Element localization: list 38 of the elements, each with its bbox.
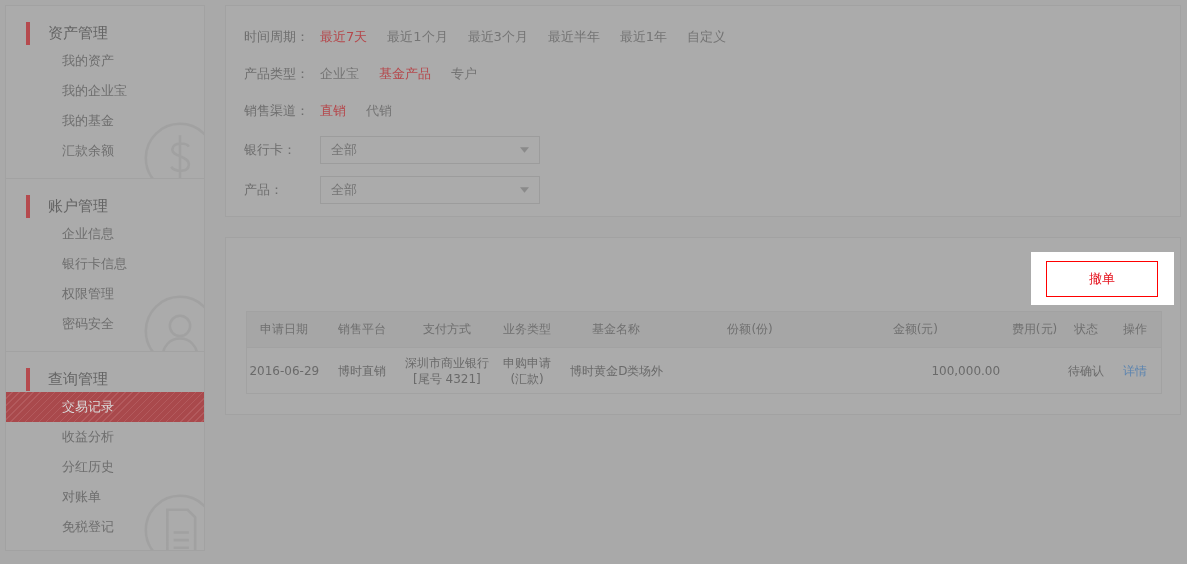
section-marker bbox=[26, 21, 30, 45]
filter-option[interactable]: 基金产品 bbox=[379, 65, 431, 83]
cancel-order-button[interactable]: 撤单 bbox=[1046, 261, 1158, 297]
section-marker bbox=[26, 367, 30, 391]
section-title: 账户管理 bbox=[48, 196, 108, 216]
filter-label: 银行卡： bbox=[244, 141, 297, 159]
sidebar-item[interactable]: 汇款余额 bbox=[6, 136, 204, 166]
table-cell: 待确认 bbox=[1063, 347, 1109, 394]
section-title: 查询管理 bbox=[48, 369, 108, 389]
filter-option[interactable]: 最近7天 bbox=[320, 27, 368, 46]
sidebar-item[interactable]: 银行卡信息 bbox=[6, 249, 204, 279]
caret-icon bbox=[520, 147, 529, 153]
table-cell: 深圳市商业银行 [尾号 4321] bbox=[401, 347, 492, 394]
section-marker bbox=[26, 194, 30, 218]
sidebar-item[interactable]: 我的基金 bbox=[6, 106, 204, 136]
table-cell: 2016-06-29 bbox=[246, 347, 322, 394]
details-link[interactable]: 详情 bbox=[1122, 363, 1147, 378]
sidebar-item[interactable]: 免税登记 bbox=[6, 512, 204, 542]
sidebar-item[interactable]: 对账单 bbox=[6, 482, 204, 512]
filter-label: 产品类型： bbox=[244, 65, 310, 83]
sidebar-item[interactable]: 我的企业宝 bbox=[6, 76, 204, 106]
sidebar-item[interactable]: 收益分析 bbox=[6, 422, 204, 452]
filter-option[interactable]: 直销 bbox=[320, 102, 346, 121]
table-cell: 申购申请 (汇款) bbox=[492, 347, 563, 394]
section-title: 资产管理 bbox=[48, 23, 108, 43]
filter-label: 销售渠道： bbox=[244, 102, 310, 121]
sidebar-item[interactable]: 我的资产 bbox=[6, 46, 204, 76]
filter-label: 时间周期： bbox=[244, 27, 310, 46]
table-cell: 100,000.00 bbox=[812, 347, 1009, 394]
sidebar-item[interactable]: 权限管理 bbox=[6, 279, 204, 309]
table-cell: 博时黄金D类场外 bbox=[562, 347, 683, 394]
sidebar-item[interactable]: 企业信息 bbox=[6, 219, 204, 249]
filter-label: 产品： bbox=[244, 181, 284, 199]
table-cell: 博时直销 bbox=[321, 347, 402, 394]
sidebar-item[interactable]: 密码安全 bbox=[6, 309, 204, 339]
sidebar-item[interactable]: 交易记录 bbox=[6, 392, 204, 422]
sidebar-item[interactable]: 分红历史 bbox=[6, 452, 204, 482]
caret-icon bbox=[520, 187, 529, 193]
